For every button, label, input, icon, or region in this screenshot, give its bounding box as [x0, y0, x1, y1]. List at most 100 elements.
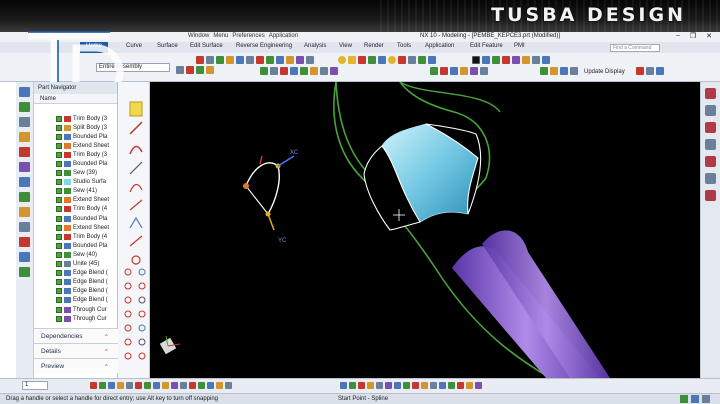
- feature-tree-row[interactable]: Bounded Pla: [34, 241, 118, 250]
- layer-settings-icon[interactable]: [430, 66, 438, 75]
- tab-analysis[interactable]: Analysis: [304, 43, 326, 49]
- extend-curve-icon[interactable]: [124, 296, 132, 304]
- visibility-checkbox[interactable]: [56, 297, 62, 304]
- refresh-icon[interactable]: [560, 66, 568, 75]
- visibility-checkbox[interactable]: [56, 288, 62, 295]
- midpoint-snap-icon[interactable]: [348, 55, 356, 64]
- circle-icon[interactable]: [131, 255, 141, 265]
- feature-tree-row[interactable]: Trim Body (3: [34, 114, 118, 123]
- restore-icon[interactable]: ❐: [690, 32, 696, 40]
- roles-icon[interactable]: [19, 222, 30, 232]
- studio-icon[interactable]: [705, 190, 716, 201]
- select-tool-icon[interactable]: [129, 101, 143, 117]
- grid-icon[interactable]: [330, 66, 338, 75]
- select-all-icon[interactable]: [186, 65, 194, 74]
- palette-icon[interactable]: [19, 267, 30, 277]
- web-browser-icon[interactable]: [19, 162, 30, 172]
- coordinate-icon[interactable]: [126, 382, 133, 389]
- visibility-checkbox[interactable]: [56, 270, 62, 277]
- spline-icon[interactable]: [129, 183, 143, 193]
- tab-render[interactable]: Render: [364, 43, 384, 49]
- line-icon[interactable]: [129, 121, 143, 135]
- visibility-checkbox[interactable]: [56, 151, 62, 158]
- inferred-icon[interactable]: [340, 382, 347, 389]
- measure-icon[interactable]: [320, 66, 328, 75]
- dynamic-csys-handle[interactable]: [243, 155, 295, 231]
- application-menu[interactable]: Application: [269, 33, 298, 39]
- point-constructor-icon[interactable]: [99, 382, 106, 389]
- tab-edit-feature[interactable]: Edit Feature: [470, 43, 503, 49]
- history-palette-icon[interactable]: [19, 177, 30, 187]
- work-layer-select[interactable]: 1: [22, 381, 48, 390]
- feature-tree-row[interactable]: Split Body (3: [34, 123, 118, 132]
- appearance-icon[interactable]: [705, 88, 716, 99]
- hide-icon[interactable]: [440, 66, 448, 75]
- selection-icon[interactable]: [216, 55, 224, 64]
- visibility-checkbox[interactable]: [56, 306, 62, 313]
- trim-curve-icon[interactable]: [138, 282, 146, 290]
- feature-tree-row[interactable]: Bounded Pla: [34, 159, 118, 168]
- replay-icon[interactable]: [550, 66, 558, 75]
- feature-tree-row[interactable]: Edge Blend (: [34, 269, 118, 278]
- snap-bounded-icon[interactable]: [216, 382, 223, 389]
- wrap-curve-icon[interactable]: [138, 352, 146, 360]
- join-curve-icon[interactable]: [124, 324, 132, 332]
- feature-tree-row[interactable]: Extend Sheet: [34, 141, 118, 150]
- feature-tree-row[interactable]: Sew (41): [34, 187, 118, 196]
- upper-curve[interactable]: [399, 82, 501, 113]
- snap-on-curve-icon[interactable]: [198, 382, 205, 389]
- edit-object-display-icon[interactable]: [460, 66, 468, 75]
- feature-tree-row[interactable]: Trim Body (4: [34, 205, 118, 214]
- tangent-point-icon[interactable]: [403, 382, 410, 389]
- visibility-checkbox[interactable]: [56, 279, 62, 286]
- full-screen-icon[interactable]: [656, 66, 664, 75]
- show-icon[interactable]: [450, 66, 458, 75]
- feature-tree-row[interactable]: Trim Body (4: [34, 232, 118, 241]
- snap-existing-icon[interactable]: [225, 382, 232, 389]
- color-icon[interactable]: [470, 66, 478, 75]
- type-filter-icon[interactable]: [176, 65, 184, 74]
- shaded-icon[interactable]: [512, 55, 520, 64]
- visibility-checkbox[interactable]: [56, 188, 62, 195]
- layer-icon[interactable]: [296, 55, 304, 64]
- visibility-checkbox[interactable]: [56, 233, 62, 240]
- feature-tree-row[interactable]: Trim Body (3: [34, 150, 118, 159]
- system-materials-icon[interactable]: [19, 252, 30, 262]
- zoom-fit-icon[interactable]: [680, 395, 688, 403]
- section-curve-icon[interactable]: [138, 338, 146, 346]
- snap-center-icon[interactable]: [171, 382, 178, 389]
- lighting-icon[interactable]: [705, 139, 716, 150]
- arc-point-icon[interactable]: [457, 382, 464, 389]
- visibility-checkbox[interactable]: [56, 242, 62, 249]
- filter-icon[interactable]: [206, 55, 214, 64]
- existing-point-icon[interactable]: [408, 55, 416, 64]
- defining-point-icon[interactable]: [439, 382, 446, 389]
- offset-curve-icon[interactable]: [129, 235, 143, 247]
- visibility-checkbox[interactable]: [56, 161, 62, 168]
- visibility-checkbox[interactable]: [56, 315, 62, 322]
- background-icon[interactable]: [472, 55, 480, 64]
- pole-icon[interactable]: [430, 382, 437, 389]
- snap-tangent-icon[interactable]: [189, 382, 196, 389]
- feature-tree-row[interactable]: Through Cur: [34, 314, 118, 323]
- tab-view[interactable]: View: [339, 43, 352, 49]
- layout-icon[interactable]: [646, 66, 654, 75]
- isoparametric-icon[interactable]: [138, 324, 146, 332]
- quadrant-icon[interactable]: [398, 55, 406, 64]
- snap-on-face-icon[interactable]: [207, 382, 214, 389]
- update-display-button[interactable]: Update Display: [584, 69, 625, 75]
- feature-tree-row[interactable]: Sew (40): [34, 250, 118, 259]
- curve-icon[interactable]: [266, 55, 274, 64]
- tangent-icon[interactable]: [388, 55, 396, 64]
- name-column-header[interactable]: Name: [34, 94, 117, 104]
- tab-pmi[interactable]: PMI: [514, 43, 525, 49]
- snap-edge-icon[interactable]: [153, 382, 160, 389]
- end-point-icon[interactable]: [349, 382, 356, 389]
- window-menu[interactable]: Window: [188, 33, 209, 39]
- feature-tree-row[interactable]: Edge Blend (: [34, 287, 118, 296]
- feature-tree-row[interactable]: Edge Blend (: [34, 296, 118, 305]
- fillet-icon[interactable]: [124, 282, 132, 290]
- dependencies-panel[interactable]: Dependencies ⌃: [34, 328, 118, 343]
- save-wcs-icon[interactable]: [310, 66, 318, 75]
- tab-surface[interactable]: Surface: [157, 43, 178, 49]
